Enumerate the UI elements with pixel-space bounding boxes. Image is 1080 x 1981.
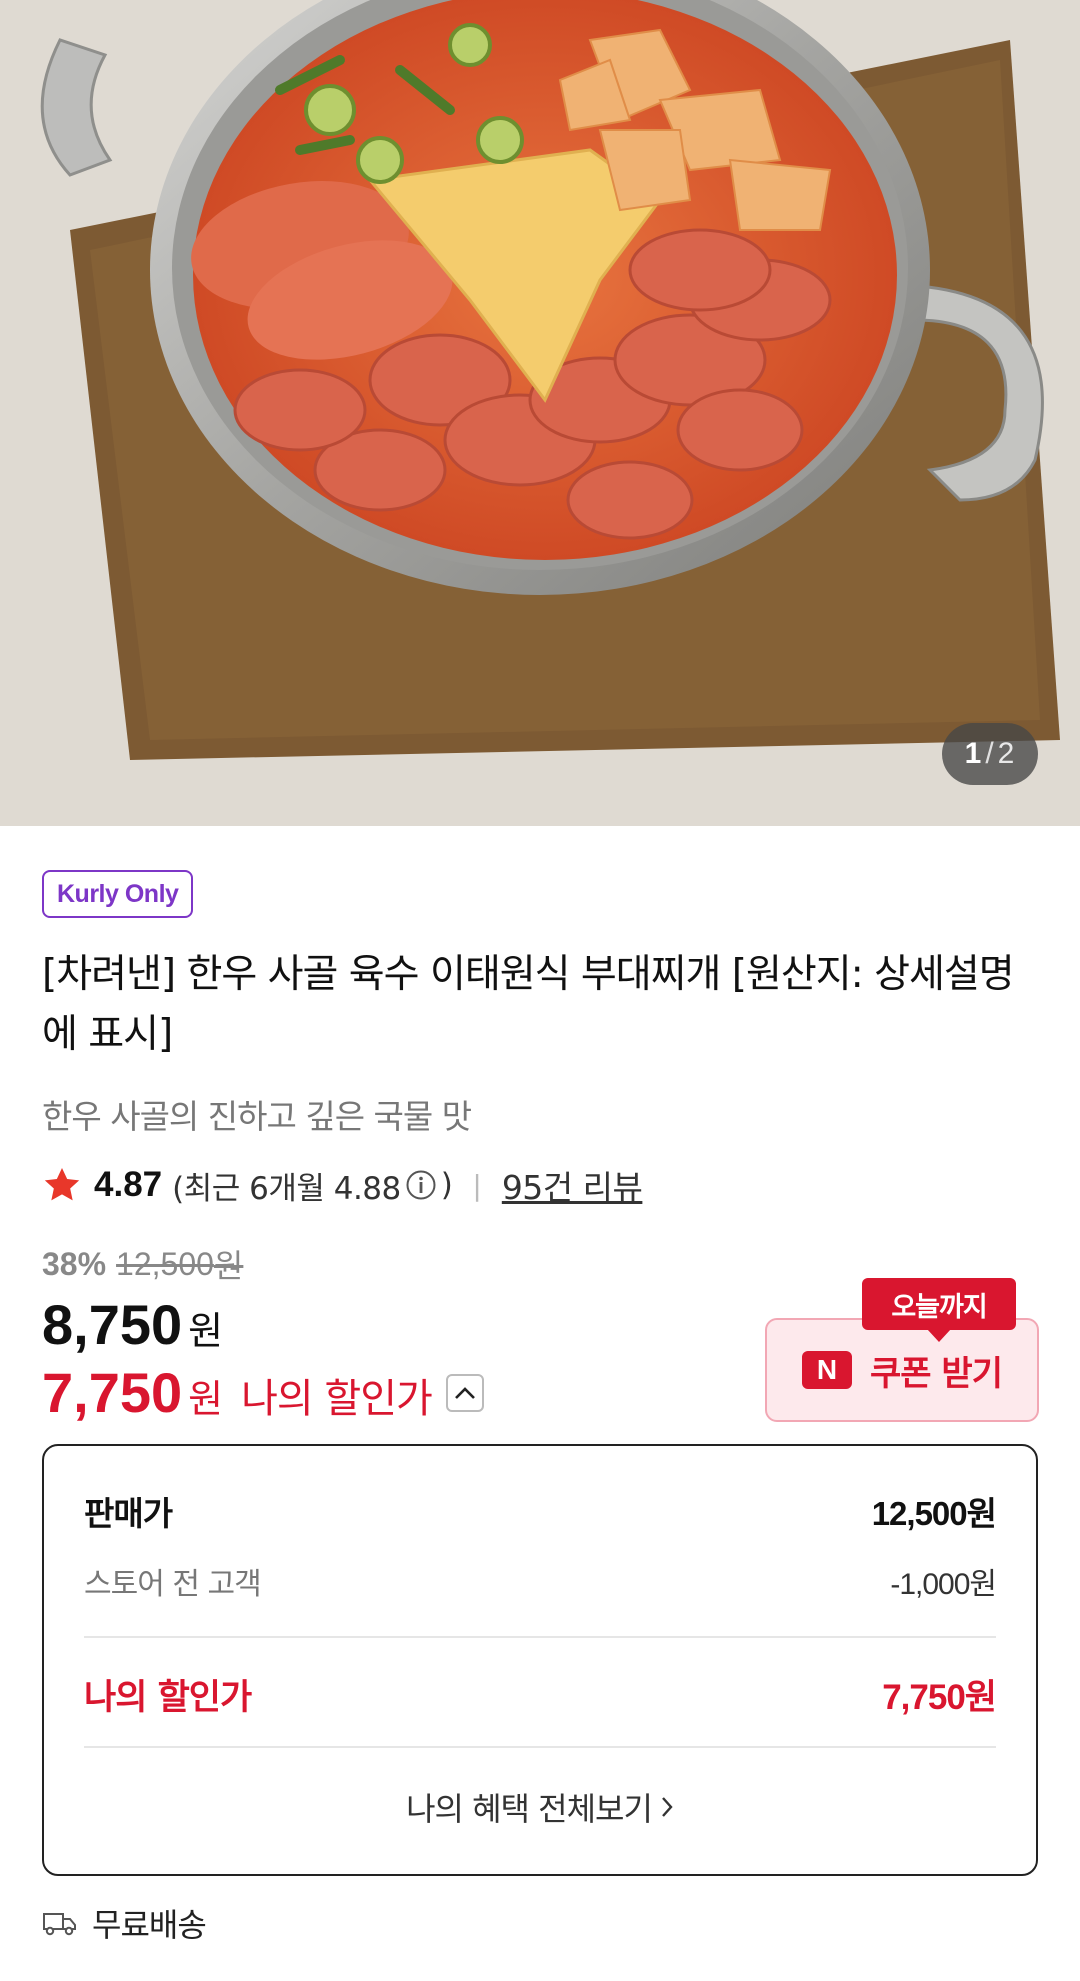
divider — [84, 1746, 996, 1748]
original-price-unit: 원 — [213, 1247, 244, 1285]
product-subtitle: 한우 사골의 진하고 깊은 국물 맛 — [42, 1097, 472, 1136]
my-price-label: 나의 할인가 — [241, 1376, 433, 1422]
coupon-download-button[interactable]: N 쿠폰 받기 — [765, 1318, 1039, 1422]
gallery-page-indicator: 1 / 2 — [942, 723, 1038, 785]
store-discount-value: -1,000원 — [890, 1568, 997, 1601]
truck-icon — [43, 1913, 76, 1936]
my-discount-value: 7,750원 — [882, 1677, 997, 1717]
rating-divider: | — [472, 1168, 482, 1202]
gallery-total-pages: 2 — [997, 737, 1016, 770]
today-only-badge: 오늘까지 — [862, 1278, 1016, 1342]
my-price: 7,750 — [42, 1361, 183, 1424]
discount-rate: 38% — [42, 1245, 107, 1282]
product-image[interactable]: 1 / 2 — [0, 0, 1080, 826]
rating-score: 4.87 — [94, 1165, 163, 1204]
divider — [84, 1636, 996, 1638]
recent-rating: (최근 6개월 4.88 ) — [172, 1163, 453, 1208]
sale-price-row: 8,750 원 — [42, 1292, 223, 1357]
kurly-only-badge: Kurly Only — [42, 870, 194, 918]
my-discount-label: 나의 할인가 — [84, 1677, 252, 1718]
sell-price-value: 12,500원 — [871, 1495, 997, 1532]
gallery-separator: / — [985, 737, 995, 770]
coupon-button-label: 쿠폰 받기 — [870, 1353, 1003, 1394]
sale-price: 8,750 — [42, 1293, 183, 1356]
recent-rating-close: ) — [440, 1167, 453, 1203]
chevron-up-icon — [454, 1386, 475, 1399]
naver-logo-icon: N — [802, 1351, 853, 1389]
sell-price-label: 판매가 — [84, 1494, 173, 1533]
view-all-benefits-link[interactable]: 나의 혜택 전체보기 — [44, 1770, 1036, 1844]
chevron-right-icon — [662, 1797, 673, 1817]
store-discount-label: 스토어 전 고객 — [84, 1567, 262, 1602]
product-title: [차려낸] 한우 사골 육수 이태원식 부대찌개 [원산지: 상세설명에 표시] — [42, 952, 1015, 1057]
sell-price-row: 판매가 12,500원 — [84, 1486, 997, 1536]
info-icon[interactable] — [405, 1169, 437, 1201]
my-discount-row: 나의 할인가 7,750원 — [84, 1666, 997, 1722]
recent-rating-text: (최근 6개월 4.88 — [172, 1170, 401, 1207]
sale-price-unit: 원 — [188, 1309, 224, 1353]
my-price-row: 7,750 원 나의 할인가 — [42, 1360, 484, 1425]
original-price: 12,500 — [116, 1245, 214, 1282]
shipping-info: 무료배송 — [42, 1900, 207, 1946]
star-icon — [44, 1168, 80, 1201]
collapse-price-detail-button[interactable] — [445, 1373, 484, 1412]
price-detail-box: 판매가 12,500원 스토어 전 고객 -1,000원 나의 할인가 7,75… — [42, 1444, 1038, 1876]
review-count-link[interactable]: 95건 리뷰 — [502, 1161, 643, 1209]
budae-jjigae-photo — [0, 0, 1080, 826]
view-all-benefits-label: 나의 혜택 전체보기 — [406, 1790, 653, 1828]
discount-row: 38% 12,500 원 — [42, 1241, 243, 1287]
rating-row: 4.87 (최근 6개월 4.88 ) | 95건 리뷰 — [42, 1161, 643, 1209]
my-price-unit: 원 — [188, 1377, 224, 1421]
shipping-label: 무료배송 — [92, 1906, 207, 1944]
gallery-current-page: 1 — [964, 737, 983, 770]
store-discount-row: 스토어 전 고객 -1,000원 — [84, 1558, 997, 1604]
